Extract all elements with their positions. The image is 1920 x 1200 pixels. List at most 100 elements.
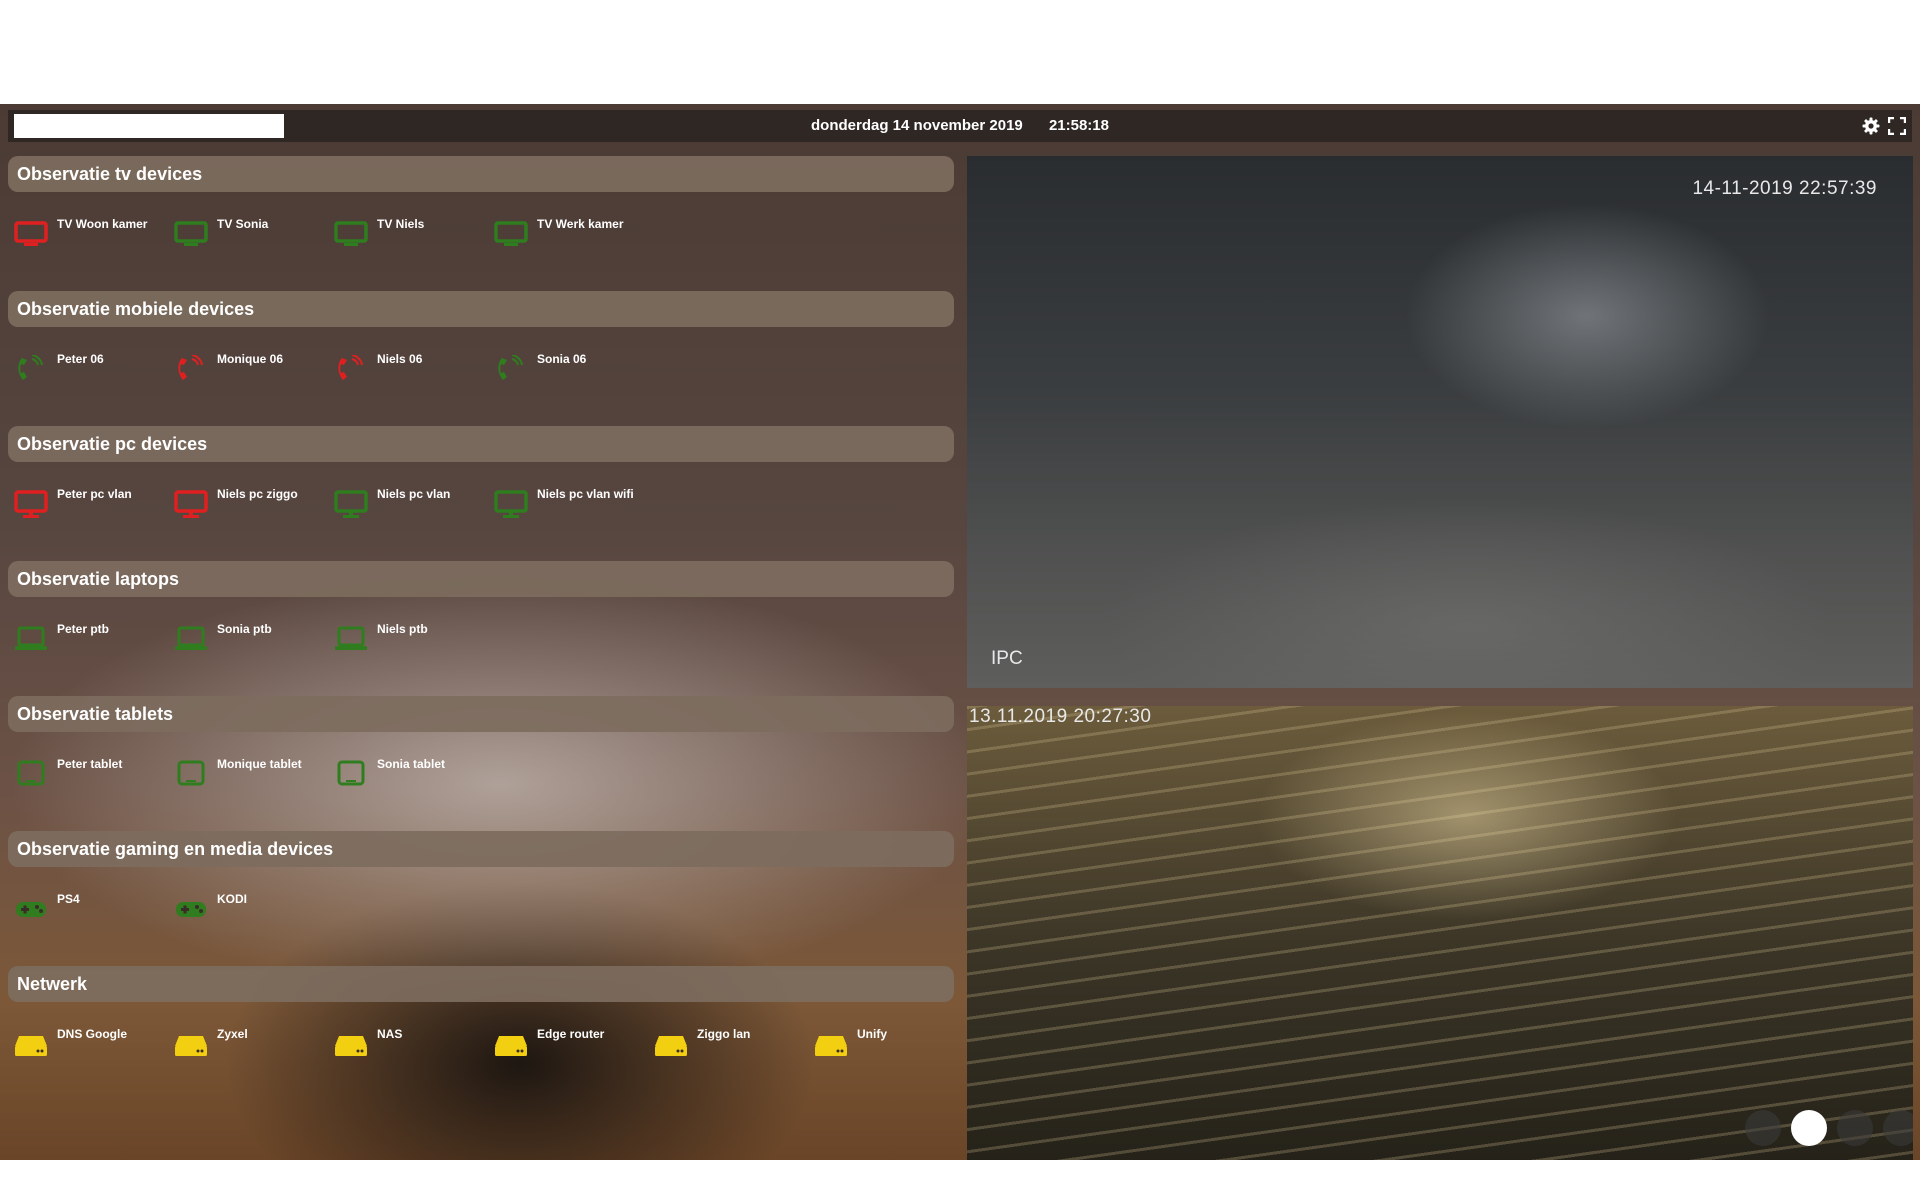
device-label: PS4 bbox=[57, 892, 80, 906]
device-list: Peter ptb Sonia ptb Niels ptb bbox=[8, 597, 954, 696]
device-label: Niels ptb bbox=[377, 622, 428, 636]
section-0: Observatie tv devices TV Woon kamer TV Son… bbox=[8, 156, 954, 291]
gamepad-icon bbox=[174, 895, 208, 923]
device-tile[interactable]: TV Niels bbox=[328, 206, 478, 266]
device-tile[interactable]: Edge router bbox=[488, 1016, 638, 1076]
device-tile[interactable]: KODI bbox=[168, 881, 318, 941]
device-tile[interactable]: TV Woon kamer bbox=[8, 206, 158, 266]
device-label: KODI bbox=[217, 892, 247, 906]
device-list: Peter tablet Monique tablet Sonia tablet bbox=[8, 732, 954, 831]
device-tile[interactable]: Peter ptb bbox=[8, 611, 158, 671]
device-label: Peter tablet bbox=[57, 757, 123, 771]
device-list: DNS Google Zyxel NAS Edge router Ziggo lan Un… bbox=[8, 1002, 954, 1101]
camera-feed-2[interactable]: 13.11.2019 20:27:30 bbox=[967, 706, 1913, 1160]
slider-dot[interactable] bbox=[1791, 1110, 1827, 1146]
server-icon bbox=[654, 1030, 688, 1058]
device-tile[interactable]: Monique tablet bbox=[168, 746, 318, 806]
device-label: Monique 06 bbox=[217, 352, 284, 366]
section-5: Observatie gaming en media devices PS4 KOD… bbox=[8, 831, 954, 966]
device-tile[interactable]: Niels ptb bbox=[328, 611, 478, 671]
device-label: Peter pc vlan bbox=[57, 487, 132, 501]
device-tile[interactable]: DNS Google bbox=[8, 1016, 158, 1076]
tv-icon bbox=[334, 220, 368, 248]
device-tile[interactable]: Zyxel bbox=[168, 1016, 318, 1076]
tv-icon bbox=[494, 220, 528, 248]
device-tile[interactable]: Niels 06 bbox=[328, 341, 478, 401]
device-label: Monique tablet bbox=[217, 757, 302, 771]
section-4: Observatie tablets Peter tablet Monique ta… bbox=[8, 696, 954, 831]
clock-text: 21:58:18 bbox=[1048, 117, 1109, 134]
device-label: Niels pc ziggo bbox=[217, 487, 298, 501]
top-bar: donderdag 14 november 2019 21:58:18 bbox=[8, 110, 1912, 142]
section-title: Observatie mobiele devices bbox=[8, 291, 954, 327]
device-label: Niels pc vlan wifi bbox=[537, 487, 634, 501]
device-list: TV Woon kamer TV Sonia TV Niels TV Werk kam… bbox=[8, 192, 954, 291]
device-tile[interactable]: TV Werk kamer bbox=[488, 206, 638, 266]
device-label: Edge router bbox=[537, 1027, 605, 1041]
device-tile[interactable]: Sonia 06 bbox=[488, 341, 638, 401]
device-tile[interactable]: Peter pc vlan bbox=[8, 476, 158, 536]
monitor-icon bbox=[494, 490, 528, 518]
server-icon bbox=[814, 1030, 848, 1058]
monitor-icon bbox=[14, 490, 48, 518]
server-icon bbox=[14, 1030, 48, 1058]
device-tile[interactable]: Niels pc ziggo bbox=[168, 476, 318, 536]
device-label: Sonia 06 bbox=[537, 352, 587, 366]
server-icon bbox=[334, 1030, 368, 1058]
section-title: Observatie tv devices bbox=[8, 156, 954, 192]
camera-2-timestamp: 13.11.2019 20:27:30 bbox=[969, 706, 1152, 727]
device-tile[interactable]: Peter 06 bbox=[8, 341, 158, 401]
device-label: TV Woon kamer bbox=[57, 217, 148, 231]
device-tile[interactable]: Sonia ptb bbox=[168, 611, 318, 671]
slider-dot[interactable] bbox=[1883, 1110, 1913, 1146]
device-tile[interactable]: Sonia tablet bbox=[328, 746, 478, 806]
device-label: Peter ptb bbox=[57, 622, 110, 636]
camera-feed-1[interactable]: 14-11-2019 22:57:39 IPC bbox=[967, 156, 1913, 688]
section-title: Observatie gaming en media devices bbox=[8, 831, 954, 867]
device-tile[interactable]: PS4 bbox=[8, 881, 158, 941]
phone-icon bbox=[494, 354, 528, 383]
section-1: Observatie mobiele devices Peter 06 Moniqu… bbox=[8, 291, 954, 426]
device-label: Niels 06 bbox=[377, 352, 423, 366]
tablet-icon bbox=[334, 760, 368, 788]
phone-icon bbox=[174, 354, 208, 383]
device-tile[interactable]: Monique 06 bbox=[168, 341, 318, 401]
device-tile[interactable]: Unify bbox=[808, 1016, 958, 1076]
dashboard: donderdag 14 november 2019 21:58:18 Obse… bbox=[0, 104, 1920, 1160]
device-list: PS4 KODI bbox=[8, 867, 954, 966]
device-label: Ziggo lan bbox=[697, 1027, 751, 1041]
device-label: Niels pc vlan bbox=[377, 487, 451, 501]
device-list: Peter 06 Monique 06 Niels 06 Sonia 06 bbox=[8, 327, 954, 426]
device-tile[interactable]: Peter tablet bbox=[8, 746, 158, 806]
server-icon bbox=[494, 1030, 528, 1058]
slider-dots bbox=[1745, 1110, 1913, 1146]
gear-icon[interactable] bbox=[1862, 117, 1880, 135]
date-text: donderdag 14 november 2019 bbox=[811, 117, 1023, 134]
device-label: Unify bbox=[857, 1027, 887, 1041]
slider-dot[interactable] bbox=[1745, 1110, 1781, 1146]
phone-icon bbox=[334, 354, 368, 383]
device-tile[interactable]: Niels pc vlan wifi bbox=[488, 476, 638, 536]
section-3: Observatie laptops Peter ptb Sonia ptb Niel… bbox=[8, 561, 954, 696]
gamepad-icon bbox=[14, 895, 48, 923]
section-title: Observatie laptops bbox=[8, 561, 954, 597]
laptop-icon bbox=[174, 625, 208, 653]
device-tile[interactable]: NAS bbox=[328, 1016, 478, 1076]
fullscreen-icon[interactable] bbox=[1887, 116, 1907, 136]
tv-icon bbox=[14, 220, 48, 248]
tablet-icon bbox=[174, 760, 208, 788]
section-2: Observatie pc devices Peter pc vlan Niels … bbox=[8, 426, 954, 561]
tv-icon bbox=[174, 220, 208, 248]
section-6: Netwerk DNS Google Zyxel NAS Edge router Zigg… bbox=[8, 966, 954, 1101]
device-tile[interactable]: Niels pc vlan bbox=[328, 476, 478, 536]
device-tile[interactable]: TV Sonia bbox=[168, 206, 318, 266]
phone-icon bbox=[14, 354, 48, 383]
slider-dot[interactable] bbox=[1837, 1110, 1873, 1146]
section-title: Observatie tablets bbox=[8, 696, 954, 732]
device-label: TV Niels bbox=[377, 217, 425, 231]
device-label: Zyxel bbox=[217, 1027, 248, 1041]
device-label: TV Sonia bbox=[217, 217, 269, 231]
device-tile[interactable]: Ziggo lan bbox=[648, 1016, 798, 1076]
monitor-icon bbox=[174, 490, 208, 518]
device-panel: Observatie tv devices TV Woon kamer TV Son… bbox=[8, 156, 954, 1101]
